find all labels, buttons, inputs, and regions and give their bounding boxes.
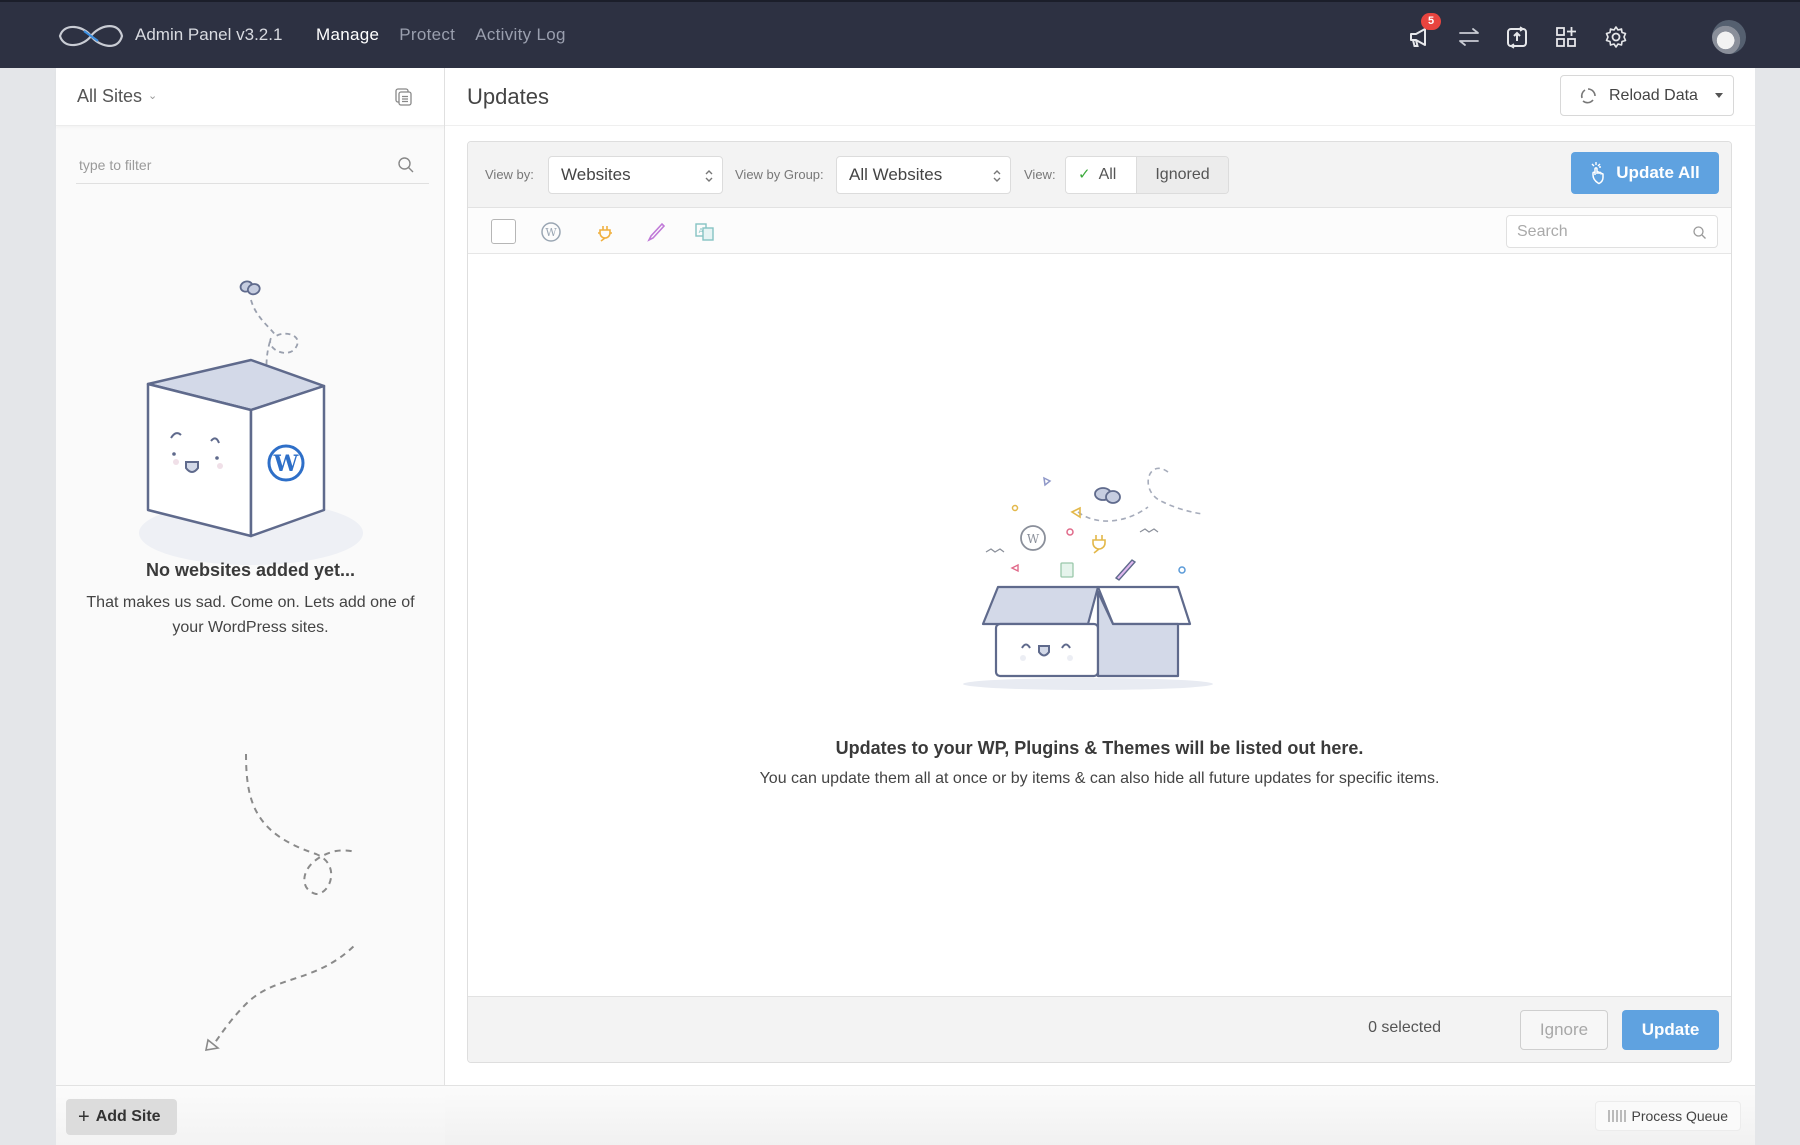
add-site-label: Add Site	[95, 1108, 161, 1125]
updates-search	[1506, 215, 1718, 248]
update-all-label: Update All	[1616, 163, 1700, 182]
translation-icon[interactable]: A	[694, 221, 716, 243]
selected-count: 0 selected	[1368, 1019, 1441, 1036]
view-all-label: All	[1098, 166, 1117, 183]
sync-upload-icon	[1507, 26, 1527, 49]
user-avatar[interactable]	[1712, 20, 1746, 54]
main-footer: Process Queue	[445, 1085, 1755, 1145]
reload-icon	[1580, 87, 1596, 103]
nav-protect[interactable]: Protect	[399, 25, 455, 45]
select-arrows-icon	[705, 170, 713, 182]
updates-panel: View by: Websites View by Group: All Web…	[467, 141, 1732, 1063]
theme-brush-icon[interactable]	[644, 221, 666, 243]
tap-hand-icon	[1591, 162, 1605, 185]
view-all-button[interactable]: ✓ All	[1066, 157, 1137, 193]
view-by-group-label: View by Group:	[735, 167, 824, 182]
main-header: Updates Reload Data	[445, 68, 1755, 126]
sidebar-header: All Sites ⌄	[56, 68, 444, 126]
gear-icon	[1605, 26, 1627, 48]
main-content: Updates Reload Data View by: Websites Vi…	[445, 68, 1755, 1145]
select-all-checkbox[interactable]	[491, 219, 516, 244]
add-widget-icon	[1556, 27, 1576, 47]
view-by-label: View by:	[485, 167, 534, 182]
view-by-value: Websites	[561, 165, 631, 184]
dashed-arrow-path-decoration	[204, 753, 356, 1051]
sync-button[interactable]	[1504, 24, 1530, 50]
nav-activity-log[interactable]: Activity Log	[475, 25, 566, 45]
svg-text:W: W	[273, 451, 299, 477]
nav-manage[interactable]: Manage	[316, 25, 379, 45]
transfer-button[interactable]	[1456, 24, 1482, 50]
search-icon	[398, 157, 414, 173]
svg-text:A: A	[699, 227, 704, 235]
sidebar-empty-title: No websites added yet...	[145, 560, 356, 580]
view-toggle: ✓ All Ignored	[1065, 156, 1229, 194]
add-site-button[interactable]: + Add Site	[66, 1099, 177, 1135]
transfer-icon	[1459, 28, 1479, 46]
plugin-icon[interactable]	[594, 221, 616, 243]
infinity-logo-icon[interactable]	[56, 16, 126, 56]
view-by-group-value: All Websites	[849, 165, 943, 184]
updates-search-input[interactable]	[1507, 216, 1717, 247]
page-title: Updates	[467, 84, 549, 109]
search-icon	[1693, 226, 1706, 239]
main-nav: Manage Protect Activity Log	[316, 25, 566, 45]
copy-list-icon[interactable]	[394, 87, 414, 107]
ignore-button[interactable]: Ignore	[1520, 1010, 1608, 1050]
view-by-group-select[interactable]: All Websites	[836, 156, 1011, 194]
update-all-button[interactable]: Update All	[1571, 152, 1719, 194]
sidebar: All Sites ⌄ W No websites added yet...	[56, 68, 445, 1145]
site-filter-input[interactable]	[76, 148, 429, 182]
top-nav: Admin Panel v3.2.1 Manage Protect Activi…	[0, 0, 1800, 68]
open-box-illustration: W	[963, 467, 1213, 690]
updates-toolbar: View by: Websites View by Group: All Web…	[468, 142, 1731, 208]
sites-selector-label: All Sites	[77, 86, 143, 106]
type-filter-bar: W A	[468, 208, 1731, 254]
sites-selector[interactable]: All Sites ⌄	[77, 86, 157, 107]
site-filter	[76, 148, 429, 184]
plus-icon: +	[78, 1105, 90, 1128]
reload-data-label: Reload Data	[1609, 86, 1698, 104]
reload-data-button[interactable]: Reload Data	[1560, 75, 1734, 116]
update-button[interactable]: Update	[1622, 1010, 1719, 1050]
app-title: Admin Panel v3.2.1	[135, 25, 283, 44]
view-label: View:	[1024, 167, 1056, 182]
check-icon: ✓	[1078, 166, 1091, 183]
sidebar-empty-desc: That makes us sad. Come on. Lets add one…	[86, 594, 415, 636]
empty-box-illustration: W	[139, 280, 363, 565]
chevron-down-icon: ⌄	[148, 90, 158, 102]
updates-empty-desc: You can update them all at once or by it…	[759, 770, 1440, 787]
select-arrows-icon	[993, 170, 1001, 182]
svg-text:W: W	[545, 226, 557, 239]
view-by-select[interactable]: Websites	[548, 156, 723, 194]
updates-footer: 0 selected Ignore Update	[468, 996, 1731, 1062]
updates-empty-title: Updates to your WP, Plugins & Themes wil…	[835, 738, 1364, 758]
caret-down-icon[interactable]	[1715, 93, 1723, 98]
view-ignored-button[interactable]: Ignored	[1136, 157, 1228, 193]
add-widget-button[interactable]	[1553, 24, 1579, 50]
process-queue-button[interactable]: Process Queue	[1594, 1101, 1741, 1131]
process-queue-label: Process Queue	[1631, 1108, 1729, 1124]
notifications-button[interactable]: 5	[1407, 13, 1441, 50]
queue-bars-icon	[1607, 1110, 1626, 1122]
svg-text:W: W	[1027, 532, 1040, 546]
sidebar-footer: + Add Site	[56, 1085, 445, 1145]
notification-badge: 5	[1421, 13, 1441, 30]
settings-button[interactable]	[1603, 24, 1629, 50]
wordpress-core-icon[interactable]: W	[540, 221, 562, 243]
